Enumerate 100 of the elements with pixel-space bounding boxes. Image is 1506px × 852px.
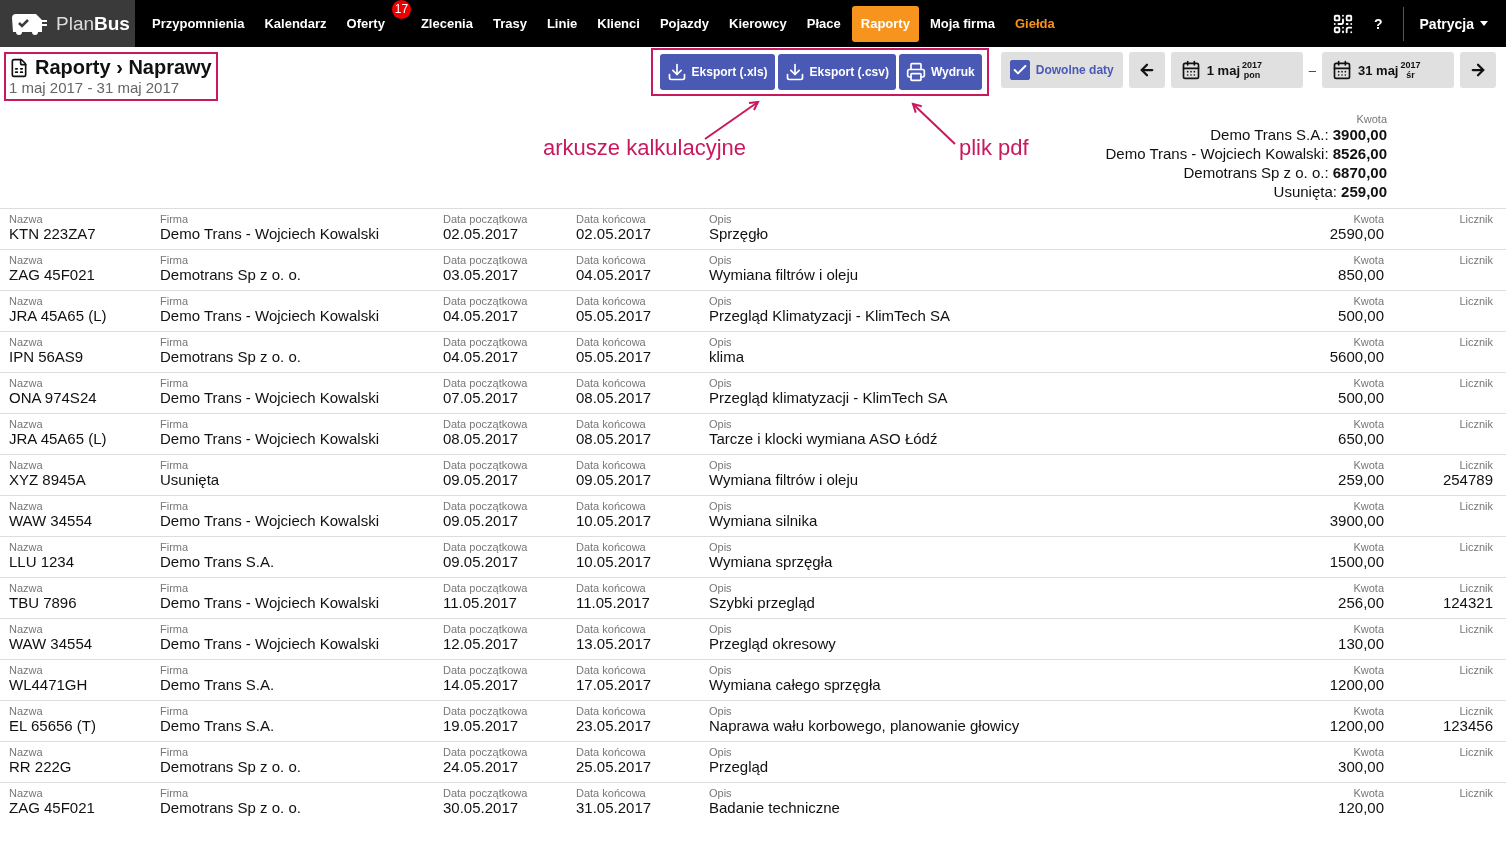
table-cell: 259,00: [1338, 471, 1384, 489]
qr-code-icon[interactable]: [1331, 12, 1354, 35]
nav-tab[interactable]: Przypomnienia: [143, 5, 254, 42]
table-cell: Szybki przegląd: [709, 594, 815, 612]
page-title: Raporty › Naprawy: [35, 56, 212, 79]
table-cell: Przegląd klimatyzacji - KlimTech SA: [709, 389, 948, 407]
field-label: Licznik: [1459, 582, 1493, 594]
field-label: Data końcowa: [576, 336, 646, 348]
totals-label: Kwota: [1356, 113, 1387, 125]
field-label: Nazwa: [9, 295, 43, 307]
field-label: Kwota: [1353, 582, 1384, 594]
help-link[interactable]: ?: [1353, 15, 1403, 32]
nav-tab[interactable]: Linie: [537, 5, 587, 42]
field-label: Data końcowa: [576, 418, 646, 430]
table-cell: 17.05.2017: [576, 676, 652, 694]
nav-tab[interactable]: Zlecenia: [411, 5, 482, 42]
table-cell: 13.05.2017: [576, 635, 652, 653]
field-label: Kwota: [1353, 336, 1384, 348]
table-cell: 120,00: [1338, 799, 1384, 817]
field-label: Nazwa: [9, 254, 43, 266]
field-label: Kwota: [1353, 377, 1384, 389]
field-label: Opis: [709, 787, 732, 799]
report-icon: [9, 57, 29, 78]
nav-tab[interactable]: Kalendarz: [255, 5, 336, 42]
field-label: Firma: [160, 746, 189, 758]
arrow: [705, 102, 758, 139]
field-label: Opis: [709, 541, 732, 553]
logo[interactable]: PlanBus: [0, 0, 135, 47]
table-cell: 04.05.2017: [443, 307, 519, 325]
table-cell: 02.05.2017: [576, 225, 652, 243]
table-cell: 12.05.2017: [443, 635, 519, 653]
field-label: Nazwa: [9, 582, 43, 594]
table-cell: 09.05.2017: [443, 553, 519, 571]
table-cell: 254789: [1442, 471, 1493, 489]
field-label: Data początkowa: [443, 418, 528, 430]
export-button[interactable]: Eksport (.xls): [659, 54, 775, 90]
field-label: Opis: [709, 254, 732, 266]
table-cell: Demo Trans - Wojciech Kowalski: [160, 307, 379, 325]
table-cell: ONA 974S24: [9, 389, 97, 407]
company-total: Usunięta: 259,00: [1273, 182, 1387, 201]
van-check-icon: [10, 11, 48, 36]
any-dates-checkbox[interactable]: Dowolne daty: [1000, 52, 1123, 88]
field-label: Kwota: [1353, 623, 1384, 635]
table-cell: Badanie techniczne: [709, 799, 840, 817]
user-menu[interactable]: Patrycja: [1403, 15, 1506, 32]
calendar-icon: [1332, 60, 1352, 80]
table-cell: 25.05.2017: [576, 758, 652, 776]
field-label: Licznik: [1459, 459, 1493, 471]
field-label: Nazwa: [9, 500, 43, 512]
field-label: Licznik: [1459, 705, 1493, 717]
nav-tab[interactable]: Pojazdy: [650, 5, 718, 42]
field-label: Opis: [709, 623, 732, 635]
field-label: Firma: [160, 336, 189, 348]
table-cell: 04.05.2017: [576, 266, 652, 284]
nav-tab[interactable]: Trasy: [483, 5, 536, 42]
field-label: Data początkowa: [443, 336, 528, 348]
print-button[interactable]: Wydruk: [898, 54, 982, 90]
company-total: Demo Trans - Wojciech Kowalski: 8526,00: [1105, 144, 1387, 163]
nav-tab[interactable]: Moja firma: [920, 5, 1004, 42]
table-cell: Usunięta: [160, 471, 220, 489]
table-cell: Demotrans Sp z o. o.: [160, 348, 301, 366]
nav-tab[interactable]: Giełda: [1005, 5, 1064, 42]
table-cell: 14.05.2017: [443, 676, 519, 694]
table-cell: 1500,00: [1329, 553, 1384, 571]
field-label: Data końcowa: [576, 664, 646, 676]
field-label: Data początkowa: [443, 377, 528, 389]
previous-button[interactable]: [1128, 52, 1165, 88]
download-icon: [784, 62, 805, 82]
table-cell: Demo Trans - Wojciech Kowalski: [160, 430, 379, 448]
field-label: Firma: [160, 705, 189, 717]
nav-tab[interactable]: Płace: [797, 5, 850, 42]
table-cell: Wymiana całego sprzęgła: [709, 676, 881, 694]
table-cell: Demo Trans S.A.: [160, 553, 275, 571]
field-label: Data początkowa: [443, 746, 528, 758]
field-label: Licznik: [1459, 623, 1493, 635]
field-label: Nazwa: [9, 213, 43, 225]
table-cell: 30.05.2017: [443, 799, 519, 817]
field-label: Data początkowa: [443, 787, 528, 799]
export-button[interactable]: Eksport (.csv): [777, 54, 896, 90]
field-label: Data końcowa: [576, 254, 646, 266]
field-label: Data początkowa: [443, 213, 528, 225]
table-cell: Wymiana silnika: [709, 512, 818, 530]
table-cell: 130,00: [1338, 635, 1384, 653]
table-cell: 1200,00: [1329, 676, 1384, 694]
nav-tab[interactable]: Klienci: [588, 5, 649, 42]
table-cell: WAW 34554: [9, 512, 93, 530]
nav-tab[interactable]: Kierowcy: [720, 5, 796, 42]
field-label: Nazwa: [9, 705, 43, 717]
table-cell: 31.05.2017: [576, 799, 652, 817]
table-cell: 650,00: [1338, 430, 1384, 448]
nav-tab[interactable]: Oferty: [337, 5, 394, 42]
table-cell: 1200,00: [1329, 717, 1384, 735]
field-label: Data końcowa: [576, 582, 646, 594]
table-cell: 11.05.2017: [443, 594, 517, 612]
table-cell: 500,00: [1338, 389, 1384, 407]
field-label: Opis: [709, 336, 732, 348]
field-label: Data początkowa: [443, 541, 528, 553]
field-label: Firma: [160, 787, 189, 799]
next-button[interactable]: [1460, 52, 1496, 88]
table-cell: 11.05.2017: [576, 594, 650, 612]
